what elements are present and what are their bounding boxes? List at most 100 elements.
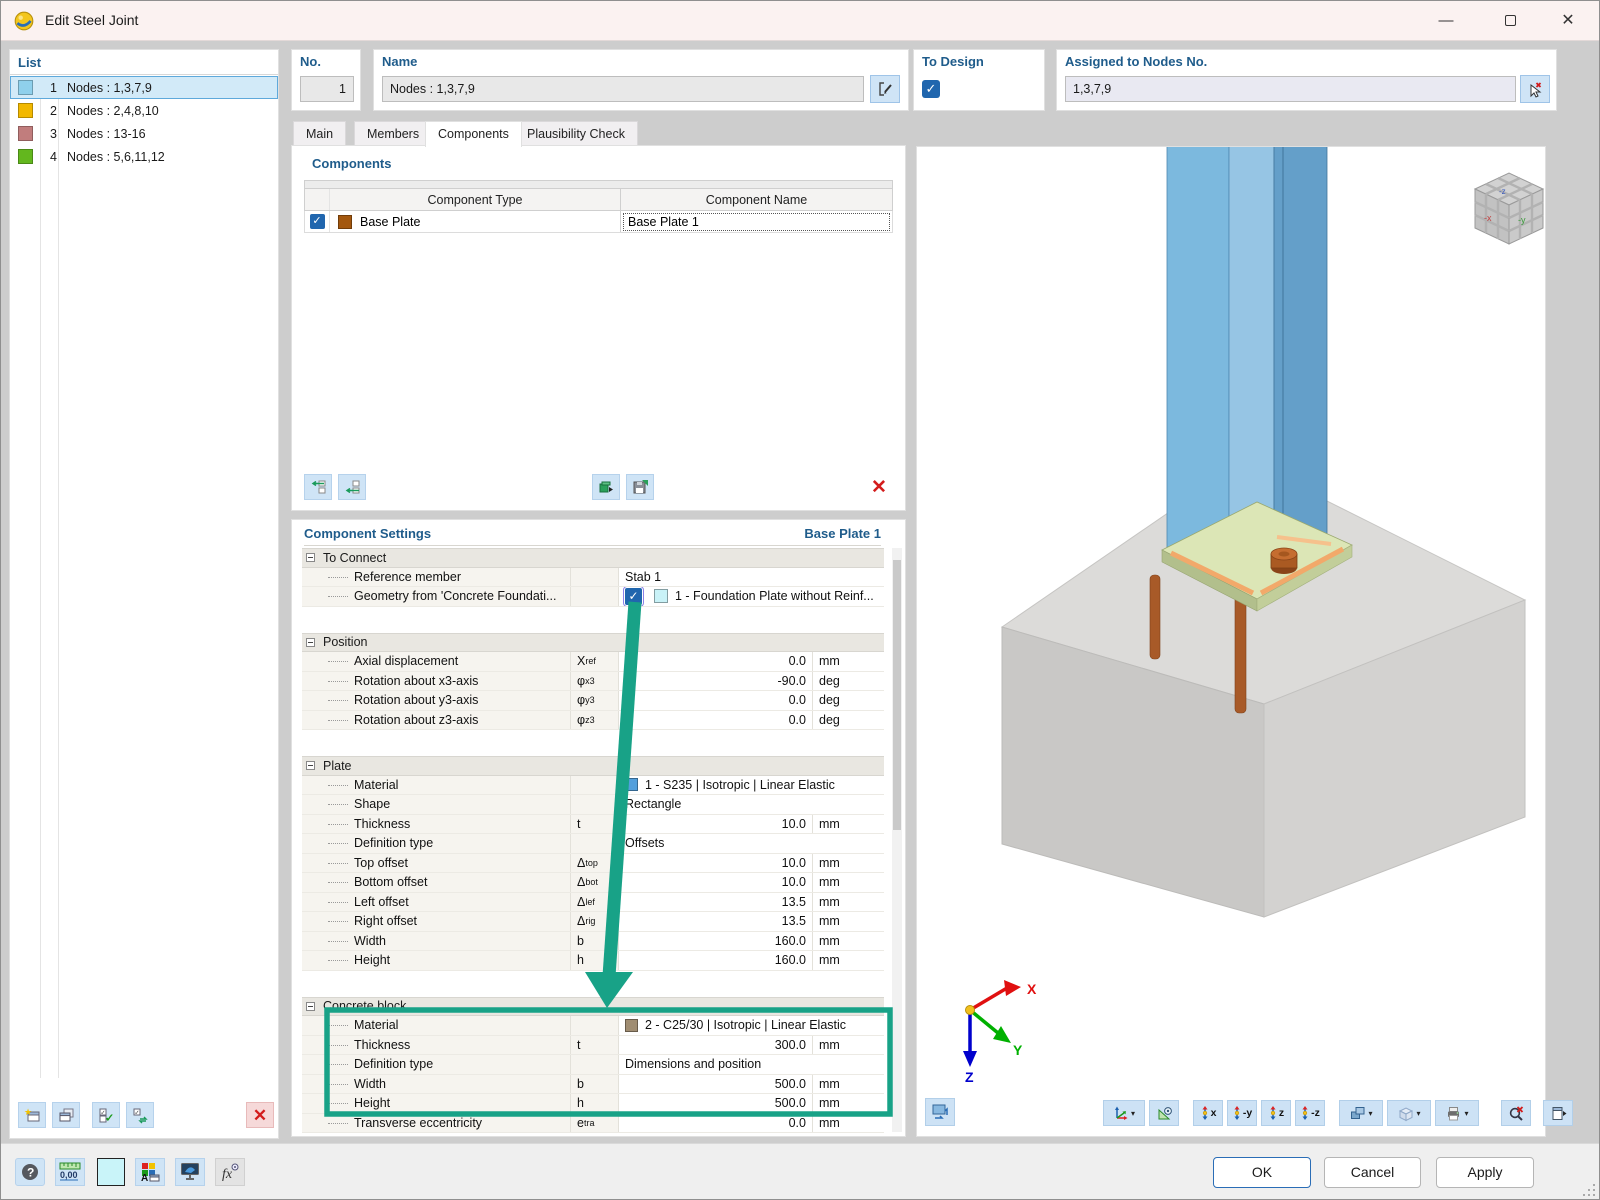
print-graphic-button[interactable]: ▾ — [1435, 1100, 1479, 1126]
resize-grip[interactable] — [1581, 1182, 1595, 1196]
view-z-button[interactable]: z — [1261, 1100, 1291, 1126]
settings-row-value[interactable]: 0.0 — [618, 691, 812, 710]
display-colors-icon: A — [141, 1163, 160, 1183]
collapse-icon[interactable] — [306, 637, 315, 647]
minimize-button[interactable]: — — [1423, 1, 1469, 40]
collapse-icon[interactable] — [306, 553, 315, 563]
panel-toggle-button[interactable] — [1543, 1100, 1573, 1126]
settings-scrollbar[interactable] — [892, 548, 902, 1132]
tab-components[interactable]: Components — [425, 121, 522, 147]
settings-row-value[interactable]: 10.0 — [618, 853, 812, 872]
collapse-icon[interactable] — [306, 1001, 315, 1011]
settings-row-value[interactable]: 300.0 — [618, 1035, 812, 1054]
divider — [40, 76, 41, 1078]
render-mode-button[interactable]: ▾ — [1339, 1100, 1383, 1126]
settings-section-header[interactable]: Position — [302, 632, 884, 652]
tab-plausibility-check[interactable]: Plausibility Check — [514, 121, 638, 146]
component-settings-section: Component Settings Base Plate 1 To Conne… — [291, 519, 906, 1137]
settings-section-header[interactable]: To Connect — [302, 548, 884, 568]
geometry-checkbox[interactable]: ✓ — [623, 587, 644, 606]
cube-face-left-label[interactable]: -x — [1484, 213, 1492, 223]
settings-row-value[interactable]: 0.0 — [618, 652, 812, 671]
new-joint-button[interactable]: ★ — [18, 1102, 46, 1128]
view-minus-y-button[interactable]: -y — [1227, 1100, 1257, 1126]
to-design-checkbox[interactable]: ✓ — [922, 80, 940, 98]
settings-row-symbol: e tra — [570, 1113, 618, 1132]
cube-face-right-label[interactable]: -y — [1518, 215, 1526, 225]
settings-row-value[interactable]: Offsets — [618, 834, 884, 853]
graphics-settings-button[interactable] — [175, 1158, 205, 1186]
settings-row-value[interactable]: 0.0 — [618, 710, 812, 729]
copy-joint-button[interactable] — [52, 1102, 80, 1128]
component-name-text[interactable]: Base Plate 1 — [623, 212, 890, 231]
view-minus-z-button[interactable]: -z — [1295, 1100, 1325, 1126]
cancel-button[interactable]: Cancel — [1324, 1157, 1421, 1188]
tab-main[interactable]: Main — [293, 121, 347, 146]
settings-section-header[interactable]: Plate — [302, 756, 884, 776]
formula-button[interactable]: fx — [215, 1158, 245, 1186]
settings-row-value[interactable]: Stab 1 — [618, 567, 884, 586]
import-component-button[interactable] — [592, 474, 620, 500]
settings-row-value[interactable]: 10.0 — [618, 814, 812, 833]
measure-button[interactable] — [1149, 1100, 1179, 1126]
settings-row-value[interactable]: 10.0 — [618, 873, 812, 892]
settings-row-value[interactable]: 1 - S235 | Isotropic | Linear Elastic — [618, 775, 884, 794]
color-swatch-button[interactable] — [97, 1158, 125, 1186]
pan-rotate-icon — [932, 1104, 948, 1119]
viewport-3d[interactable]: -z -x -y X Y Z ▾ x -y z -z ▾ ▾ ▾ — [916, 146, 1573, 1137]
remove-component-button[interactable] — [338, 474, 366, 500]
display-properties-button[interactable]: A — [135, 1158, 165, 1186]
component-type-cell[interactable]: Base Plate — [329, 211, 620, 232]
assigned-nodes-input[interactable]: 1,3,7,9 — [1065, 76, 1516, 102]
settings-row-value[interactable]: 500.0 — [618, 1094, 812, 1113]
scrollbar-thumb[interactable] — [893, 560, 901, 830]
cancel-zoom-button[interactable] — [1501, 1100, 1531, 1126]
settings-row-value[interactable]: 2 - C25/30 | Isotropic | Linear Elastic — [618, 1016, 884, 1035]
tab-members[interactable]: Members — [354, 121, 433, 146]
pick-nodes-button[interactable] — [1520, 75, 1550, 103]
rename-button[interactable] — [870, 75, 900, 103]
list-item[interactable]: 3 Nodes : 13-16 — [10, 122, 278, 145]
settings-row: Rotation about z3-axis φ z3 0.0 deg — [302, 710, 884, 730]
component-row[interactable]: ✓ Base Plate Base Plate 1 — [304, 211, 893, 233]
maximize-button[interactable] — [1487, 1, 1533, 40]
component-name-cell[interactable]: Base Plate 1 — [620, 211, 892, 232]
name-input[interactable]: Nodes : 1,3,7,9 — [382, 76, 864, 102]
settings-row-value[interactable]: -90.0 — [618, 671, 812, 690]
settings-row-value[interactable]: 13.5 — [618, 912, 812, 931]
settings-row-value[interactable]: Dimensions and position — [618, 1055, 884, 1074]
delete-component-button[interactable]: ✕ — [865, 474, 893, 500]
units-settings-button[interactable]: 0,00 — [55, 1158, 85, 1186]
settings-row-value[interactable]: 0.0 — [618, 1113, 812, 1132]
regenerate-checks-button[interactable]: ✓ — [126, 1102, 154, 1128]
apply-button[interactable]: Apply — [1436, 1157, 1534, 1188]
view-navigation-button[interactable] — [925, 1098, 955, 1126]
cube-face-top-label[interactable]: -z — [1499, 187, 1506, 196]
column-component-name: Component Name — [620, 189, 892, 210]
list-item[interactable]: 1 Nodes : 1,3,7,9 — [10, 76, 278, 99]
settings-section-header[interactable]: Concrete block — [302, 996, 884, 1016]
no-input[interactable]: 1 — [300, 76, 354, 102]
settings-row-value[interactable]: 13.5 — [618, 892, 812, 911]
settings-row-value[interactable]: 160.0 — [618, 931, 812, 950]
list-item[interactable]: 4 Nodes : 5,6,11,12 — [10, 145, 278, 168]
navigation-cube[interactable]: -z -x -y — [1473, 172, 1545, 245]
delete-joint-button[interactable]: ✕ — [246, 1102, 274, 1128]
save-component-button[interactable] — [626, 474, 654, 500]
component-checkbox[interactable]: ✓ — [309, 214, 325, 229]
settings-row-value[interactable]: Rectangle — [618, 795, 884, 814]
apply-checks-button[interactable]: ✓ ✓ — [92, 1102, 120, 1128]
settings-row-symbol — [570, 587, 618, 606]
wireframe-mode-button[interactable]: ▾ — [1387, 1100, 1431, 1126]
view-x-button[interactable]: x — [1193, 1100, 1223, 1126]
settings-row-value[interactable]: 500.0 — [618, 1074, 812, 1093]
settings-row-value[interactable]: ✓ 1 - Foundation Plate without Reinf... — [618, 587, 884, 606]
add-component-button[interactable] — [304, 474, 332, 500]
settings-row-value[interactable]: 160.0 — [618, 951, 812, 970]
help-button[interactable]: ? — [15, 1158, 45, 1186]
ok-button[interactable]: OK — [1213, 1157, 1311, 1188]
list-item[interactable]: 2 Nodes : 2,4,8,10 — [10, 99, 278, 122]
close-button[interactable]: ✕ — [1545, 1, 1591, 40]
coordinate-system-button[interactable]: ▾ — [1103, 1100, 1145, 1126]
collapse-icon[interactable] — [306, 761, 315, 771]
